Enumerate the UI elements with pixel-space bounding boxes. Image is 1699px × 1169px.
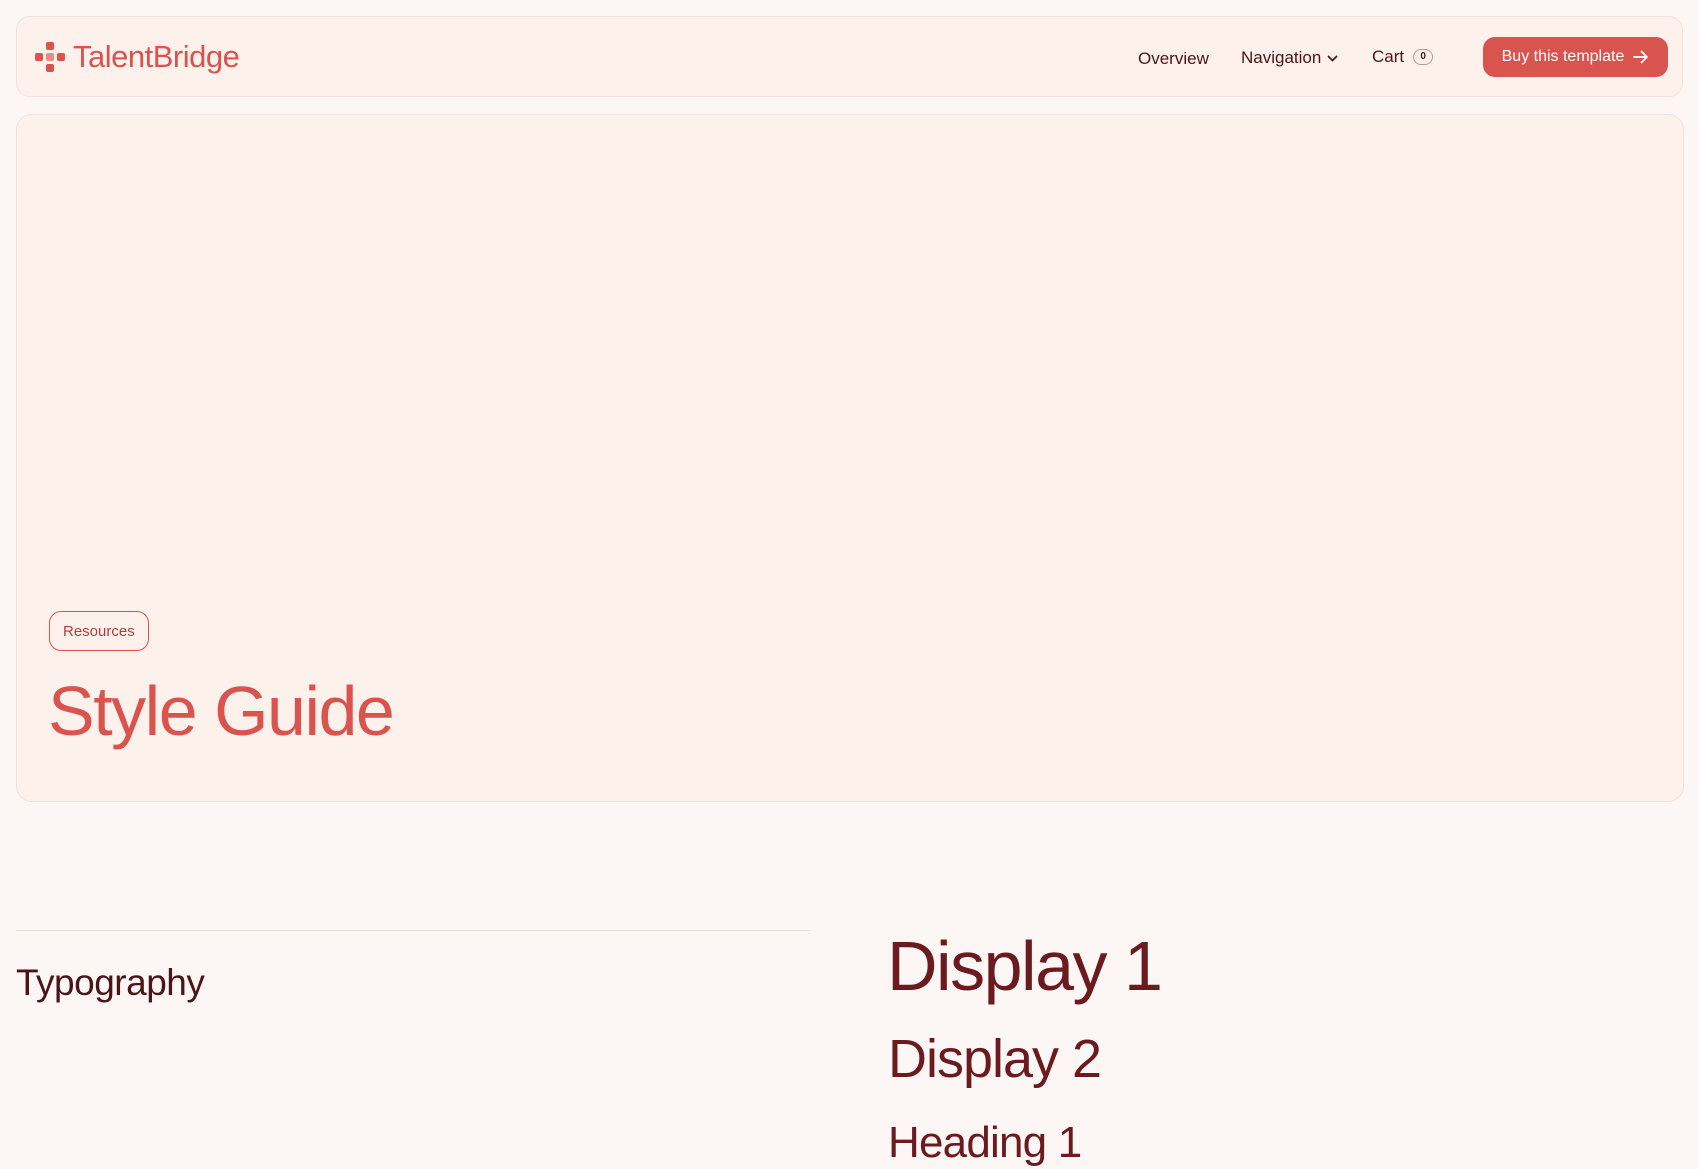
cross-dots-logo-icon bbox=[35, 42, 65, 72]
nav-link-overview[interactable]: Overview bbox=[1138, 49, 1209, 69]
display-2-sample: Display 2 bbox=[888, 1029, 1102, 1089]
chevron-down-icon bbox=[1327, 55, 1338, 61]
section-divider bbox=[16, 930, 810, 931]
display-1-sample: Display 1 bbox=[887, 927, 1163, 1005]
buy-template-label: Buy this template bbox=[1501, 48, 1625, 65]
brand-name: TalentBridge bbox=[73, 39, 240, 74]
cart-label: Cart bbox=[1372, 47, 1405, 66]
cart-count-badge: 0 bbox=[1413, 49, 1434, 65]
typography-section-title: Typography bbox=[16, 962, 205, 1003]
page-title: Style Guide bbox=[48, 672, 395, 750]
nav-dropdown-navigation[interactable]: Navigation bbox=[1241, 48, 1339, 68]
nav-dropdown-label: Navigation bbox=[1241, 48, 1322, 67]
buy-template-button[interactable]: Buy this template bbox=[1483, 37, 1668, 77]
resources-tag[interactable]: Resources bbox=[49, 611, 149, 651]
top-navbar: TalentBridge Overview Navigation Cart 0 … bbox=[16, 16, 1683, 97]
arrow-right-icon bbox=[1633, 50, 1649, 64]
hero-banner: Resources Style Guide bbox=[16, 114, 1684, 802]
nav-link-cart[interactable]: Cart 0 bbox=[1372, 47, 1434, 67]
heading-1-sample: Heading 1 bbox=[888, 1118, 1082, 1167]
brand-logo-link[interactable]: TalentBridge bbox=[33, 39, 240, 75]
